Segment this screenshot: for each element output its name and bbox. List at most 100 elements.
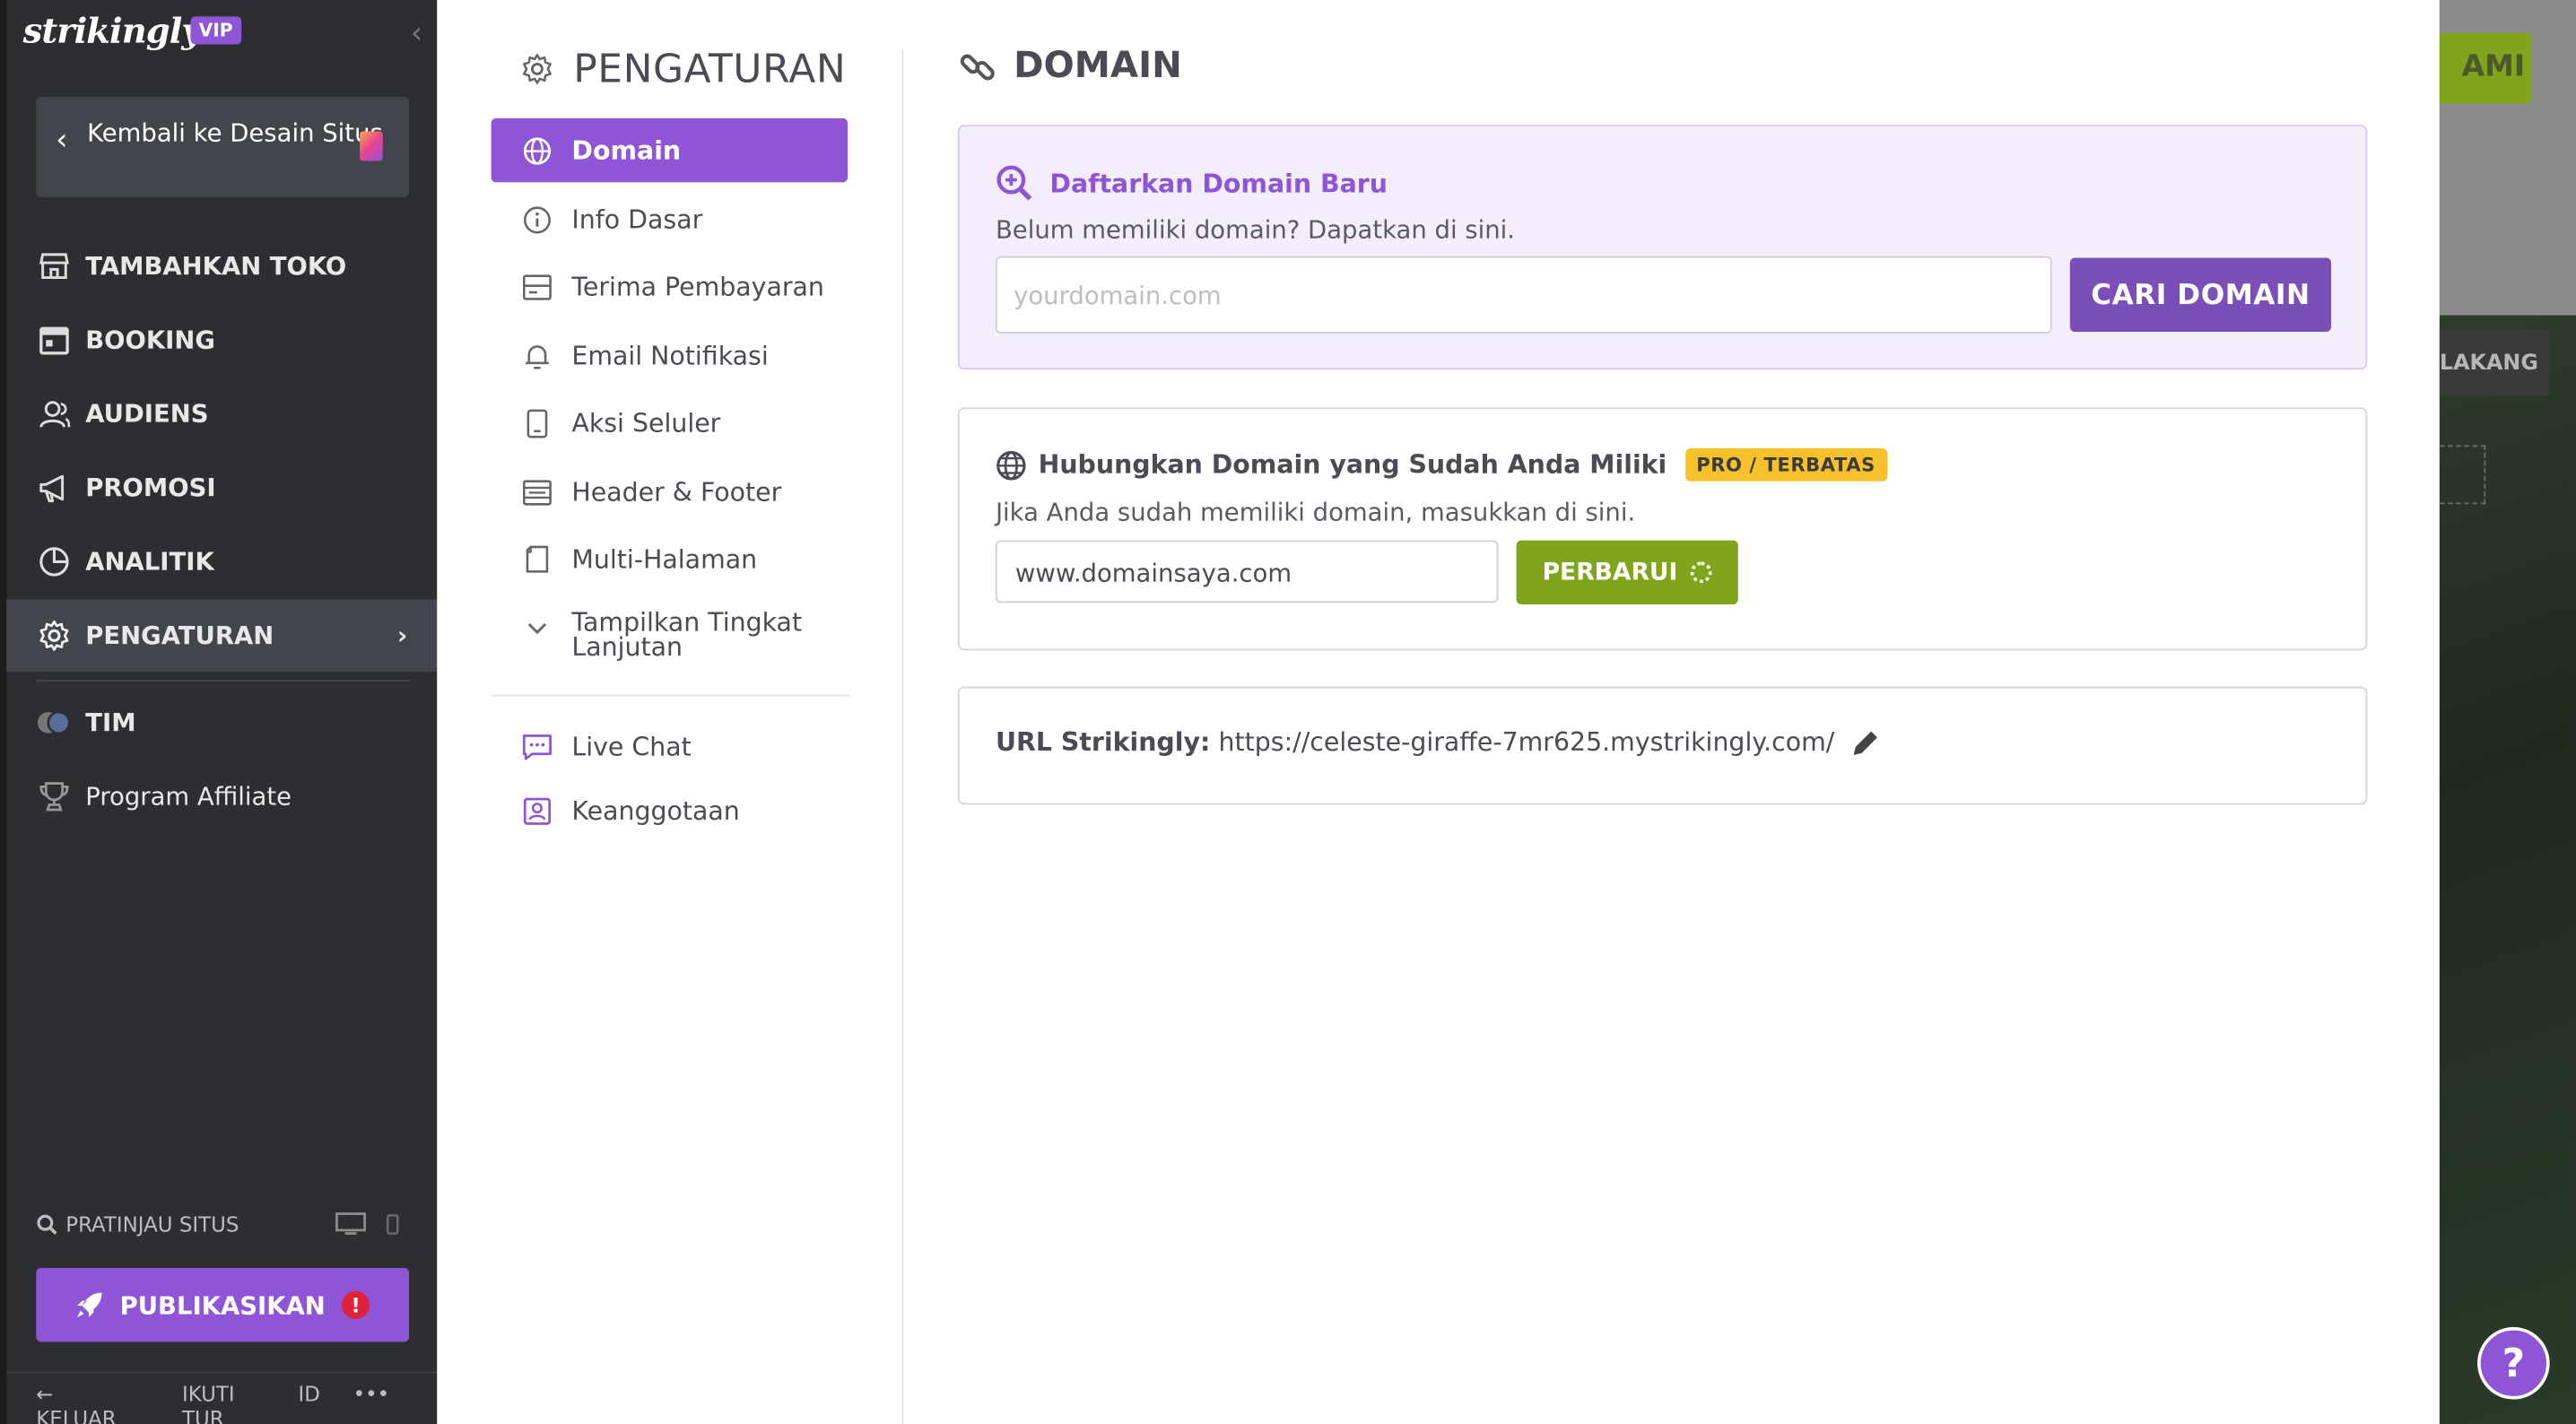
trophy-icon: [36, 778, 72, 814]
preview-pill-button: LAKANG: [2439, 330, 2550, 396]
warning-icon: !: [342, 1290, 370, 1319]
globe-icon: [522, 135, 552, 165]
site-preview-background: AMI LAKANG ?: [2439, 0, 2576, 1424]
register-domain-title: Daftarkan Domain Baru: [1049, 168, 1388, 198]
editor-sidebar: strikingly VIP ‹ ‹ Kembali ke Desain Sit…: [6, 0, 438, 1424]
connect-domain-card: Hubungkan Domain yang Sudah Anda Miliki …: [957, 407, 2368, 651]
sidebar-divider: [36, 680, 411, 682]
settings-menu-email-notifications[interactable]: Email Notifikasi: [492, 324, 848, 387]
store-icon: [36, 248, 72, 284]
menu-label: Aksi Seluler: [571, 408, 721, 438]
publish-label: PUBLIKASIKAN: [119, 1289, 326, 1320]
strikingly-url-value: https://celeste-giraffe-7mr625.mystrikin…: [1218, 727, 1835, 758]
update-domain-button[interactable]: PERBARUI: [1516, 540, 1738, 605]
connect-domain-subtext: Jika Anda sudah memiliki domain, masukka…: [995, 497, 1636, 527]
help-button[interactable]: ?: [2477, 1326, 2550, 1400]
collapse-sidebar-icon[interactable]: ‹: [411, 16, 422, 50]
sidebar-item-label: AUDIENS: [85, 399, 209, 430]
app-root: strikingly VIP ‹ ‹ Kembali ke Desain Sit…: [0, 0, 2576, 1424]
sidebar-item-label: BOOKING: [85, 325, 215, 355]
settings-menu-membership[interactable]: Keanggotaan: [492, 778, 848, 842]
team-avatar-icon: [36, 705, 72, 741]
megaphone-icon: [36, 470, 72, 506]
strikingly-url-card: URL Strikingly: https://celeste-giraffe-…: [957, 686, 2368, 805]
sidebar-item-label: TIM: [85, 708, 136, 738]
settings-menu-multi-page[interactable]: Multi-Halaman: [492, 527, 848, 591]
sidebar-item-label: ANALITIK: [85, 546, 214, 577]
sidebar-item-team[interactable]: TIM: [6, 687, 437, 760]
footer-divider: [6, 1371, 438, 1374]
menu-label: Domain: [571, 135, 682, 166]
rocket-icon: [75, 1291, 103, 1319]
settings-menu-mobile-actions[interactable]: Aksi Seluler: [492, 391, 848, 455]
sidebar-item-analytics[interactable]: ANALITIK: [6, 525, 437, 598]
column-divider: [901, 48, 904, 1424]
calendar-icon: [36, 322, 72, 358]
logout-label: KELUAR: [36, 1405, 117, 1424]
sidebar-item-add-store[interactable]: TAMBAHKAN TOKO: [6, 230, 437, 302]
sidebar-footer: ← KELUAR IKUTI TUR ID •••: [36, 1381, 422, 1424]
settings-menu-show-advanced[interactable]: Tampilkan Tingkat Lanjutan: [492, 603, 848, 676]
strikingly-logo[interactable]: strikingly: [23, 10, 202, 51]
menu-divider: [491, 694, 849, 697]
domain-search-input[interactable]: yourdomain.com: [995, 256, 2052, 334]
sidebar-item-label: Program Affiliate: [85, 781, 292, 812]
pro-limited-badge: PRO / TERBATAS: [1684, 448, 1887, 482]
connect-domain-heading: Hubungkan Domain yang Sudah Anda Miliki …: [996, 448, 1887, 482]
menu-label: Multi-Halaman: [571, 544, 758, 575]
sidebar-item-booking[interactable]: BOOKING: [6, 304, 437, 377]
users-icon: [36, 395, 72, 431]
preview-site-row[interactable]: PRATINJAU SITUS: [36, 1212, 411, 1237]
sidebar-item-settings[interactable]: PENGATURAN ›: [6, 599, 438, 673]
more-options-icon[interactable]: •••: [353, 1381, 390, 1424]
chevron-left-icon: ‹: [56, 123, 68, 158]
zoom-in-icon: [996, 164, 1033, 202]
follow-tour-link[interactable]: IKUTI TUR: [182, 1381, 265, 1424]
register-domain-card: Daftarkan Domain Baru Belum memiliki dom…: [957, 125, 2368, 370]
sidebar-item-affiliate[interactable]: Program Affiliate: [6, 760, 437, 833]
pie-chart-icon: [36, 543, 72, 579]
sidebar-item-label: PENGATURAN: [85, 621, 274, 651]
settings-title: PENGATURAN: [521, 46, 847, 92]
member-icon: [522, 795, 552, 825]
menu-label: Keanggotaan: [571, 795, 740, 826]
strikingly-url-row: URL Strikingly: https://celeste-giraffe-…: [996, 727, 1879, 757]
back-to-design-label: Kembali ke Desain Situs: [87, 117, 383, 148]
chat-icon: [522, 732, 552, 761]
logout-link[interactable]: ← KELUAR: [36, 1381, 149, 1424]
settings-menu-basic-info[interactable]: Info Dasar: [492, 187, 848, 251]
settings-menu-domain[interactable]: Domain: [491, 117, 849, 183]
strikingly-url-label: URL Strikingly:: [995, 727, 1211, 758]
search-domain-button[interactable]: CARI DOMAIN: [2069, 257, 2332, 332]
menu-label: Header & Footer: [571, 477, 782, 508]
settings-menu-header-footer[interactable]: Header & Footer: [492, 460, 848, 524]
sidebar-item-promotion[interactable]: PROMOSI: [6, 452, 437, 525]
domain-title: DOMAIN: [958, 46, 1182, 87]
language-switch[interactable]: ID: [299, 1381, 320, 1424]
menu-label: Email Notifikasi: [571, 341, 769, 371]
device-toggle[interactable]: [335, 1212, 401, 1236]
publish-button[interactable]: PUBLIKASIKAN !: [36, 1267, 410, 1342]
settings-panel: PENGATURAN Domain Info Dasar Terima Pemb…: [437, 0, 2440, 1424]
sidebar-item-audience[interactable]: AUDIENS: [6, 378, 437, 450]
sidebar-item-label: TAMBAHKAN TOKO: [85, 251, 347, 282]
preview-dashed-box: [2439, 445, 2486, 505]
layout-icon: [522, 477, 552, 507]
domain-title-text: DOMAIN: [1014, 46, 1182, 88]
sidebar-item-label: PROMOSI: [85, 473, 216, 503]
globe-icon: [996, 449, 1027, 481]
connect-domain-title: Hubungkan Domain yang Sudah Anda Miliki: [1038, 449, 1667, 480]
menu-label: Live Chat: [571, 731, 692, 761]
bell-icon: [522, 341, 552, 370]
custom-domain-input[interactable]: www.domainsaya.com: [995, 540, 1499, 603]
back-to-design-button[interactable]: ‹ Kembali ke Desain Situs: [36, 97, 410, 197]
settings-title-text: PENGATURAN: [573, 46, 847, 92]
mobile-icon: [522, 408, 552, 438]
menu-label: Tampilkan Tingkat Lanjutan: [571, 607, 803, 663]
card-icon: [522, 272, 552, 301]
pencil-edit-icon[interactable]: [1851, 728, 1879, 756]
settings-menu-live-chat[interactable]: Live Chat: [492, 715, 848, 778]
preview-site-label: PRATINJAU SITUS: [65, 1211, 239, 1237]
link-icon: [958, 47, 997, 86]
settings-menu-payments[interactable]: Terima Pembayaran: [492, 255, 848, 318]
